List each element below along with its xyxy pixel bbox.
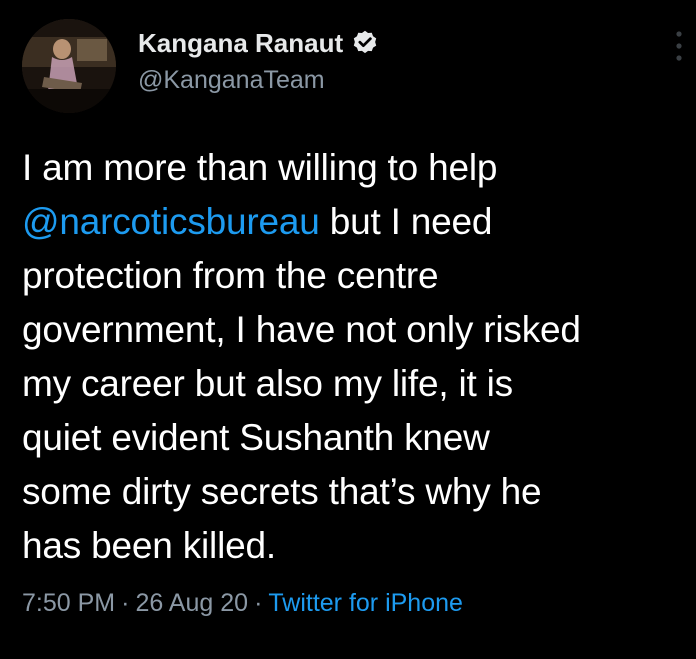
tweet-text-segment: my career but also my life, it is [22,363,513,404]
mention-link[interactable]: @narcoticsbureau [22,201,320,242]
tweet-text-segment: but I need [319,201,493,242]
display-name[interactable]: Kangana Ranaut [138,28,343,59]
tweet-text-segment: I am more than willing to help [22,147,498,188]
profile-photo-icon [22,19,116,113]
avatar[interactable] [22,19,116,113]
tweet-text-line: protection from the centre [22,249,690,303]
author-header: Kangana Ranaut @KanganaTeam [138,26,379,95]
tweet-text-line: my career but also my life, it is [22,357,690,411]
more-options-icon[interactable] [671,28,687,64]
tweet-text-segment: some dirty secrets that’s why he [22,471,542,512]
meta-separator: · [254,589,263,617]
tweet-card: Kangana Ranaut @KanganaTeam I am more th… [0,0,696,659]
user-handle[interactable]: @KanganaTeam [138,66,379,95]
tweet-text-segment: protection from the centre [22,255,439,296]
meta-separator: · [121,589,130,617]
name-row: Kangana Ranaut [138,26,379,60]
tweet-text-line: quiet evident Sushanth knew [22,411,690,465]
tweet-text-segment: has been killed. [22,525,276,566]
tweet-text-segment: government, I have not only risked [22,309,581,350]
tweet-text-line: I am more than willing to help [22,141,690,195]
tweet-text-segment: quiet evident Sushanth knew [22,417,490,458]
tweet-text-line: @narcoticsbureau but I need [22,195,690,249]
verified-badge-icon [351,29,379,57]
tweet-text-line: some dirty secrets that’s why he [22,465,690,519]
tweet-text-line: has been killed. [22,519,690,573]
tweet-text: I am more than willing to help @narcotics… [22,141,690,573]
tweet-source-link[interactable]: Twitter for iPhone [268,589,463,617]
tweet-meta: 7:50 PM · 26 Aug 20 · Twitter for iPhone [22,589,463,618]
tweet-text-line: government, I have not only risked [22,303,690,357]
tweet-date[interactable]: 26 Aug 20 [135,589,248,617]
tweet-time[interactable]: 7:50 PM [22,589,115,617]
